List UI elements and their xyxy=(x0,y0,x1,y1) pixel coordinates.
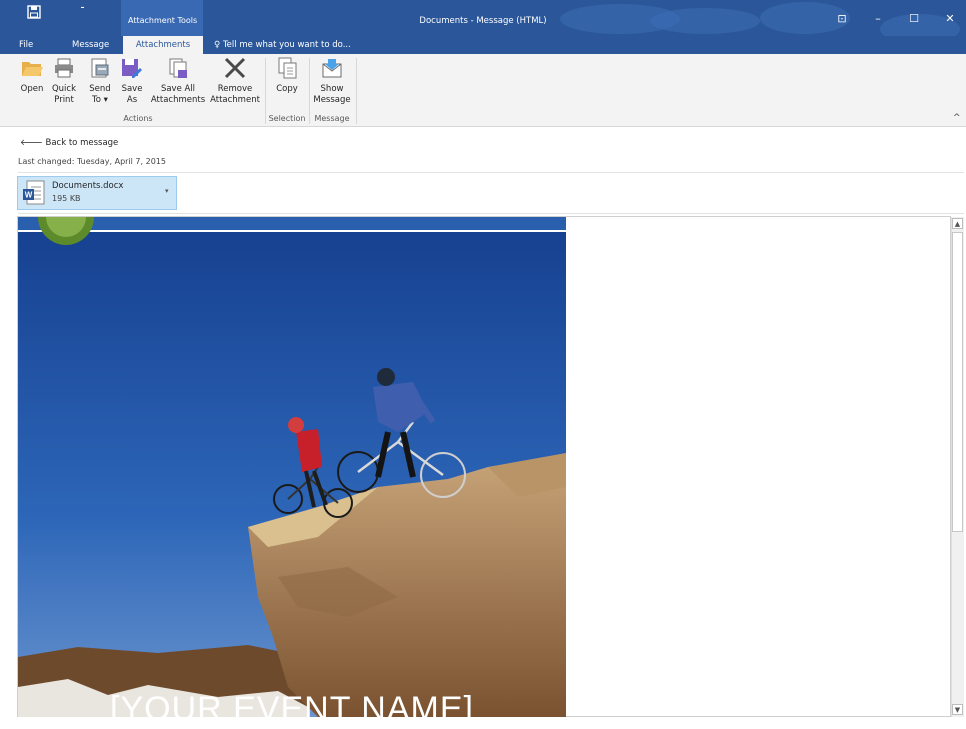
attachment-name: Documents.docx xyxy=(52,181,124,191)
maximize-button[interactable]: ☐ xyxy=(904,12,924,26)
divider xyxy=(18,172,964,173)
scroll-up-button[interactable]: ▲ xyxy=(952,218,963,229)
window-title: Documents - Message (HTML) xyxy=(419,16,547,26)
close-button[interactable]: ✕ xyxy=(940,12,960,26)
group-label-selection: Selection xyxy=(268,114,306,123)
scroll-thumb[interactable] xyxy=(952,232,963,532)
scroll-down-button[interactable]: ▼ xyxy=(952,704,963,715)
remove-label-2: Attachment xyxy=(210,95,260,105)
send-to-label-2: To ▾ xyxy=(92,95,108,105)
printer-icon xyxy=(55,58,73,78)
tab-file[interactable]: File xyxy=(19,36,33,54)
send-to-icon xyxy=(91,58,109,78)
ribbon-display-options-button[interactable]: ⊡ xyxy=(832,12,852,26)
copy-icon xyxy=(278,57,297,79)
quick-print-button[interactable]: Quick Print xyxy=(50,56,78,106)
attachment-dropdown-icon[interactable]: ▾ xyxy=(165,187,169,195)
remove-attachment-button[interactable]: Remove Attachment xyxy=(208,56,262,106)
group-label-message: Message xyxy=(314,114,350,123)
divider xyxy=(18,213,964,214)
tab-attachments[interactable]: Attachments xyxy=(123,36,203,54)
event-photo xyxy=(18,217,566,717)
save-as-label-2: As xyxy=(126,95,138,105)
folder-open-icon xyxy=(22,62,43,76)
tell-me-search[interactable]: ♀ Tell me what you want to do... xyxy=(214,36,351,54)
send-to-button[interactable]: Send To ▾ xyxy=(86,56,114,106)
show-message-button[interactable]: Show Message xyxy=(312,56,352,106)
save-all-label-1: Save All xyxy=(160,84,196,94)
copy-label: Copy xyxy=(276,84,298,94)
show-message-label-1: Show xyxy=(320,84,344,94)
back-arrow-icon: 🡐 xyxy=(20,138,43,148)
svg-text:W: W xyxy=(25,191,33,200)
back-to-message-link[interactable]: 🡐 Back to message xyxy=(20,138,118,148)
show-message-icon xyxy=(322,59,342,78)
open-label: Open xyxy=(20,84,44,94)
back-link-label: Back to message xyxy=(45,138,119,148)
send-to-label-1: Send xyxy=(89,84,111,94)
tell-me-text: Tell me what you want to do... xyxy=(222,40,351,50)
attachment-size: 195 KB xyxy=(52,194,81,203)
save-as-button[interactable]: Save As xyxy=(119,56,145,106)
remove-x-icon xyxy=(224,57,246,79)
show-message-label-2: Message xyxy=(313,95,351,105)
last-changed-text: Last changed: Tuesday, April 7, 2015 xyxy=(18,157,166,166)
save-all-attachments-button[interactable]: Save All Attachments xyxy=(150,56,206,106)
open-button[interactable]: Open xyxy=(19,56,45,95)
group-label-actions: Actions xyxy=(123,114,153,123)
save-as-label-1: Save xyxy=(121,84,143,94)
event-name-heading: [YOUR EVENT NAME] xyxy=(110,690,474,728)
quick-print-label-1: Quick xyxy=(51,84,77,94)
word-document-icon: W xyxy=(23,180,45,205)
collapse-ribbon-button[interactable]: ^ xyxy=(953,113,961,123)
copy-button[interactable]: Copy xyxy=(272,56,302,95)
group-separator xyxy=(356,58,357,124)
qat-customize-icon[interactable]: ⁃ xyxy=(80,3,85,14)
save-all-label-2: Attachments xyxy=(150,95,206,105)
save-as-icon xyxy=(122,59,142,78)
tab-message[interactable]: Message xyxy=(63,36,118,54)
save-all-attachments-icon xyxy=(169,58,187,78)
quick-print-label-2: Print xyxy=(54,95,74,105)
lightbulb-icon: ♀ xyxy=(214,40,221,50)
remove-label-1: Remove xyxy=(217,84,253,94)
minimize-button[interactable]: – xyxy=(868,12,888,26)
